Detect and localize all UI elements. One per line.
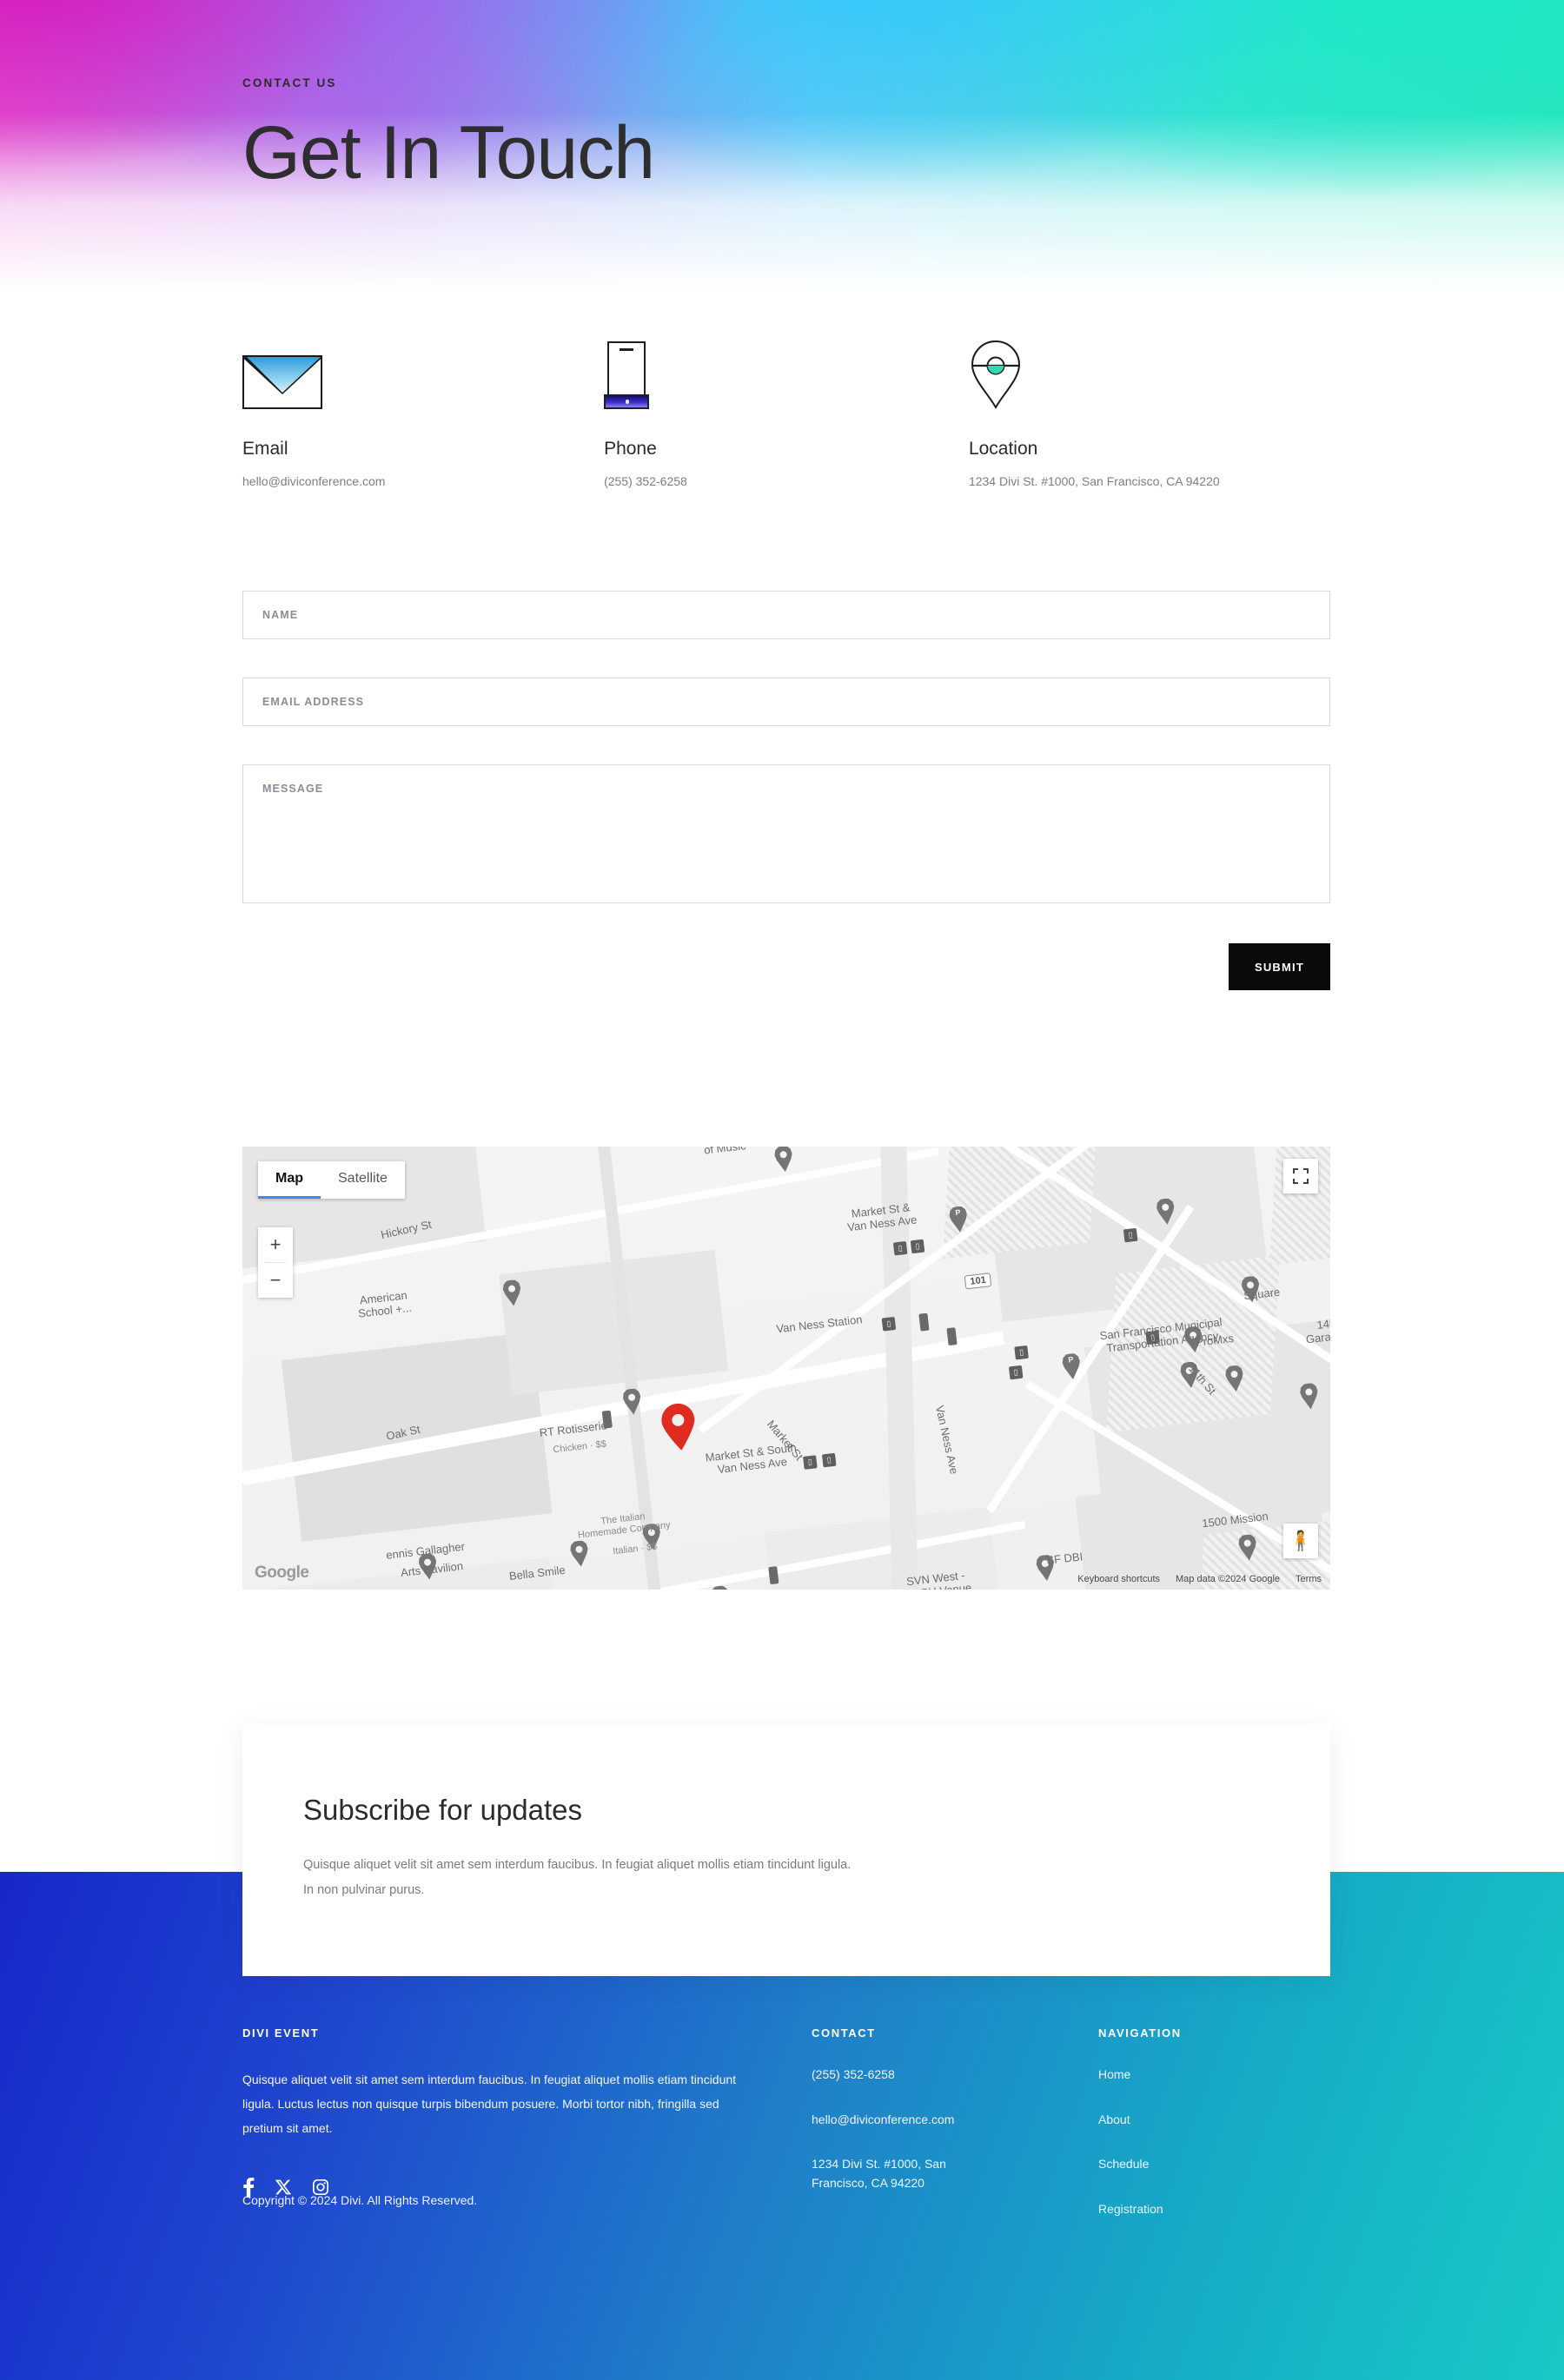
footer-nav-schedule[interactable]: Schedule xyxy=(1098,2155,1330,2174)
map-data-text: Map data ©2024 Google xyxy=(1176,1574,1281,1584)
google-watermark: Google xyxy=(255,1564,309,1582)
terms-link[interactable]: Terms xyxy=(1296,1574,1322,1584)
map-type-satellite[interactable]: Satellite xyxy=(321,1161,405,1199)
zoom-out-button[interactable]: − xyxy=(258,1263,293,1298)
message-textarea[interactable]: MESSAGE xyxy=(242,764,1330,903)
contact-info-row: Email hello@diviconference.com Phone (25… xyxy=(242,340,1330,491)
contact-info-value: hello@diviconference.com xyxy=(242,474,386,488)
contact-page: CONTACT US Get In Touch Email hello@divi… xyxy=(0,0,1564,2380)
contact-info-value: (255) 352-6258 xyxy=(604,474,687,488)
footer-nav-about[interactable]: About xyxy=(1098,2111,1330,2130)
contact-info-email: Email hello@diviconference.com xyxy=(242,343,604,491)
submit-row: SUBMIT xyxy=(242,943,1330,990)
map-type-switcher[interactable]: Map Satellite xyxy=(258,1161,405,1199)
contact-info-value: 1234 Divi St. #1000, San Francisco, CA 9… xyxy=(968,474,1220,488)
footer-contact-email[interactable]: hello@diviconference.com xyxy=(812,2111,1098,2130)
page-title: Get In Touch xyxy=(242,111,655,195)
subscribe-card: Subscribe for updates Quisque aliquet ve… xyxy=(242,1724,1330,1976)
map-type-map[interactable]: Map xyxy=(258,1161,321,1199)
footer-nav-home[interactable]: Home xyxy=(1098,2066,1330,2085)
keyboard-shortcuts-link[interactable]: Keyboard shortcuts xyxy=(1077,1574,1160,1584)
submit-button[interactable]: SUBMIT xyxy=(1228,943,1330,990)
email-input[interactable]: EMAIL ADDRESS xyxy=(242,678,1330,726)
footer-contact-address: 1234 Divi St. #1000, San Francisco, CA 9… xyxy=(812,2157,946,2191)
footer-nav-registration[interactable]: Registration xyxy=(1098,2200,1330,2219)
footer-contact-phone[interactable]: (255) 352-6258 xyxy=(812,2066,1098,2085)
footer-navigation-column: NAVIGATION Home About Schedule Registrat… xyxy=(1098,2026,1330,2219)
map-tiles: P P P ▯ ▯ ▯ ▯ ▯ ▯ ▯ xyxy=(242,1147,1330,1590)
mobile-phone-icon xyxy=(604,341,969,409)
page-eyebrow: CONTACT US xyxy=(242,76,337,89)
footer-nav-heading: NAVIGATION xyxy=(1098,2026,1182,2040)
google-map[interactable]: P P P ▯ ▯ ▯ ▯ ▯ ▯ ▯ xyxy=(242,1147,1330,1590)
footer-contact-heading: CONTACT xyxy=(812,2026,876,2040)
hero-section: CONTACT US Get In Touch xyxy=(0,0,1564,330)
contact-info-title: Email xyxy=(242,439,288,459)
footer-brand-heading: DIVI EVENT xyxy=(242,2026,320,2040)
fullscreen-icon[interactable] xyxy=(1283,1159,1318,1193)
subscribe-body: Quisque aliquet velit sit amet sem inter… xyxy=(303,1858,852,1897)
contact-form: NAME EMAIL ADDRESS MESSAGE SUBMIT xyxy=(242,591,1330,990)
map-zoom-controls[interactable]: + − xyxy=(258,1227,293,1298)
contact-info-location: Location 1234 Divi St. #1000, San Franci… xyxy=(968,340,1330,491)
name-input[interactable]: NAME xyxy=(242,591,1330,639)
footer-brand-body: Quisque aliquet velit sit amet sem inter… xyxy=(242,2073,737,2135)
map-poi-pin xyxy=(773,1147,795,1173)
location-marker-icon xyxy=(658,1401,699,1453)
envelope-icon xyxy=(242,343,604,409)
footer-columns: DIVI EVENT Quisque aliquet velit sit ame… xyxy=(242,2026,1330,2219)
hero-content: CONTACT US Get In Touch xyxy=(242,76,1372,192)
footer-contact-column: CONTACT (255) 352-6258 hello@diviconfere… xyxy=(812,2026,1098,2219)
subscribe-title: Subscribe for updates xyxy=(303,1794,583,1826)
map-attribution: Keyboard shortcuts Map data ©2024 Google… xyxy=(1077,1574,1322,1584)
map-pin-icon xyxy=(969,340,1330,409)
zoom-in-button[interactable]: + xyxy=(258,1227,293,1262)
copyright-text: Copyright © 2024 Divi. All Rights Reserv… xyxy=(242,2193,478,2207)
contact-info-phone: Phone (255) 352-6258 xyxy=(604,341,969,491)
footer-brand-column: DIVI EVENT Quisque aliquet velit sit ame… xyxy=(242,2026,812,2219)
street-view-pegman-icon[interactable]: 🧍 xyxy=(1283,1524,1318,1558)
contact-info-title: Phone xyxy=(604,439,657,459)
contact-info-title: Location xyxy=(968,439,1038,459)
